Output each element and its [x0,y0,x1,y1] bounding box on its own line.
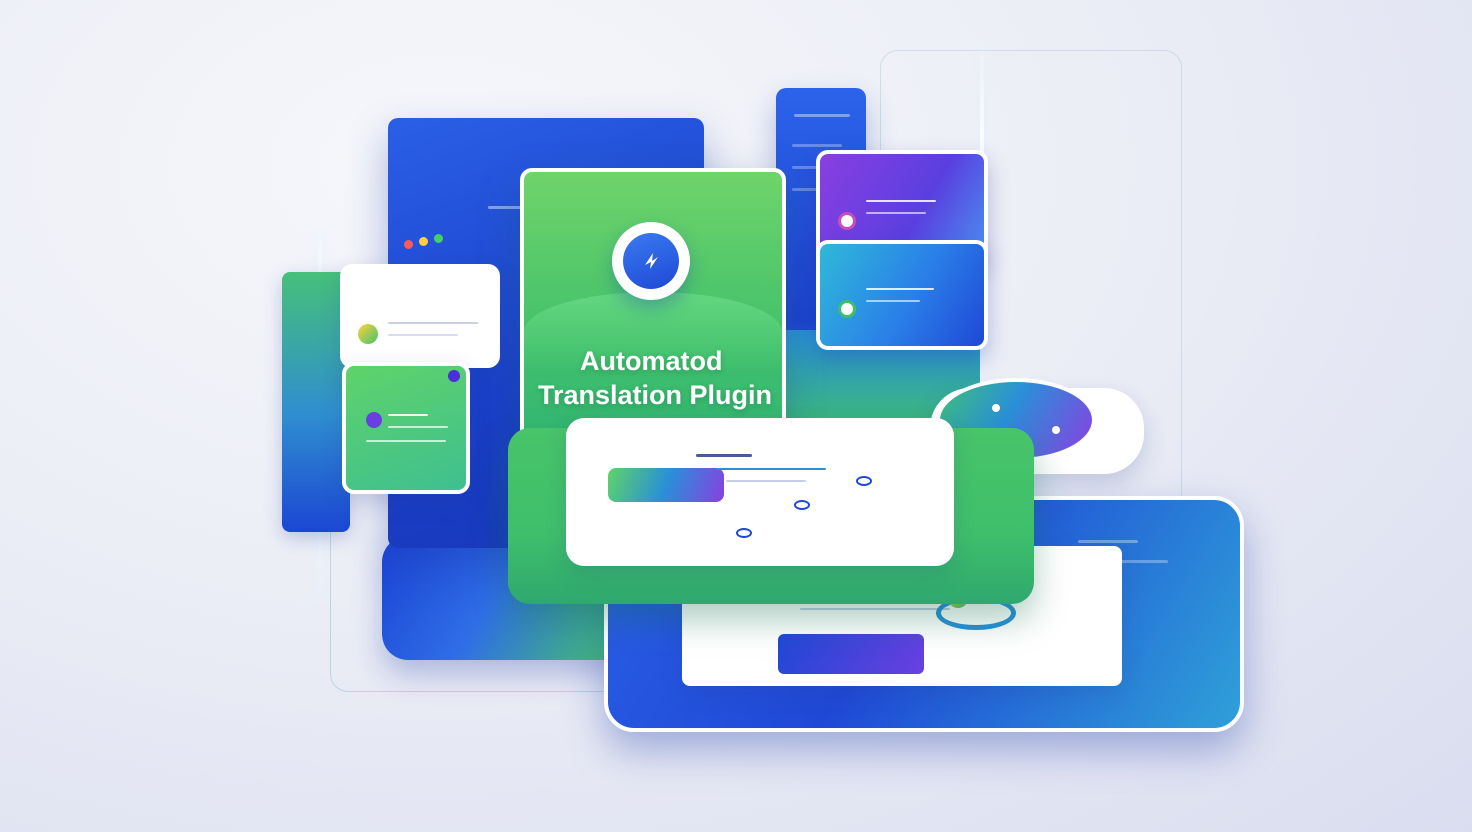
feature-icon-2[interactable] [794,500,810,510]
card-line-r4 [866,300,920,302]
floating-card-right-bottom[interactable] [816,240,988,350]
feature-heading [696,454,752,457]
feature-line-2 [726,480,806,482]
toggle-dot-1 [992,404,1000,412]
card-line-r1 [866,200,936,202]
hero-title: Automatod Translation Plugin [538,344,774,412]
check-badge-icon [358,324,378,344]
toggle-dot-2 [1052,426,1060,434]
feature-image-tile[interactable] [608,468,724,502]
dashboard-subline [800,608,950,610]
floating-card-left-top[interactable] [340,264,500,368]
card-line-r2 [866,212,926,214]
card-line-2 [388,334,458,336]
notification-badge-icon [448,370,460,382]
window-close-dot[interactable] [404,240,413,249]
center-feature-card[interactable] [566,418,954,566]
feature-line-1 [716,468,826,470]
window-minimize-dot[interactable] [419,237,428,246]
card-line-a [388,414,428,416]
feature-icon-3[interactable] [856,476,872,486]
window-maximize-dot[interactable] [434,234,443,243]
lightning-bolt-icon [645,253,658,269]
hero-title-line2: Translation Plugin [538,380,773,410]
translate-icon-purple [838,212,856,230]
language-icon [366,412,382,428]
floating-card-left-bottom[interactable] [342,362,470,494]
card-line-1 [388,322,478,324]
hero-logo-inner [623,233,679,289]
card-line-r3 [866,288,934,290]
card-line-c [366,440,446,442]
hero-title-line1: Automatod [580,346,723,376]
sidebar-line-2 [792,144,842,147]
dashboard-chart-tile[interactable] [778,634,924,674]
translate-icon-teal [838,300,856,318]
card-line-b [388,426,448,428]
slab-line-1 [1078,540,1138,543]
feature-icon-1[interactable] [736,528,752,538]
sidebar-line-1 [794,114,850,117]
hero-logo-ring[interactable] [612,222,690,300]
